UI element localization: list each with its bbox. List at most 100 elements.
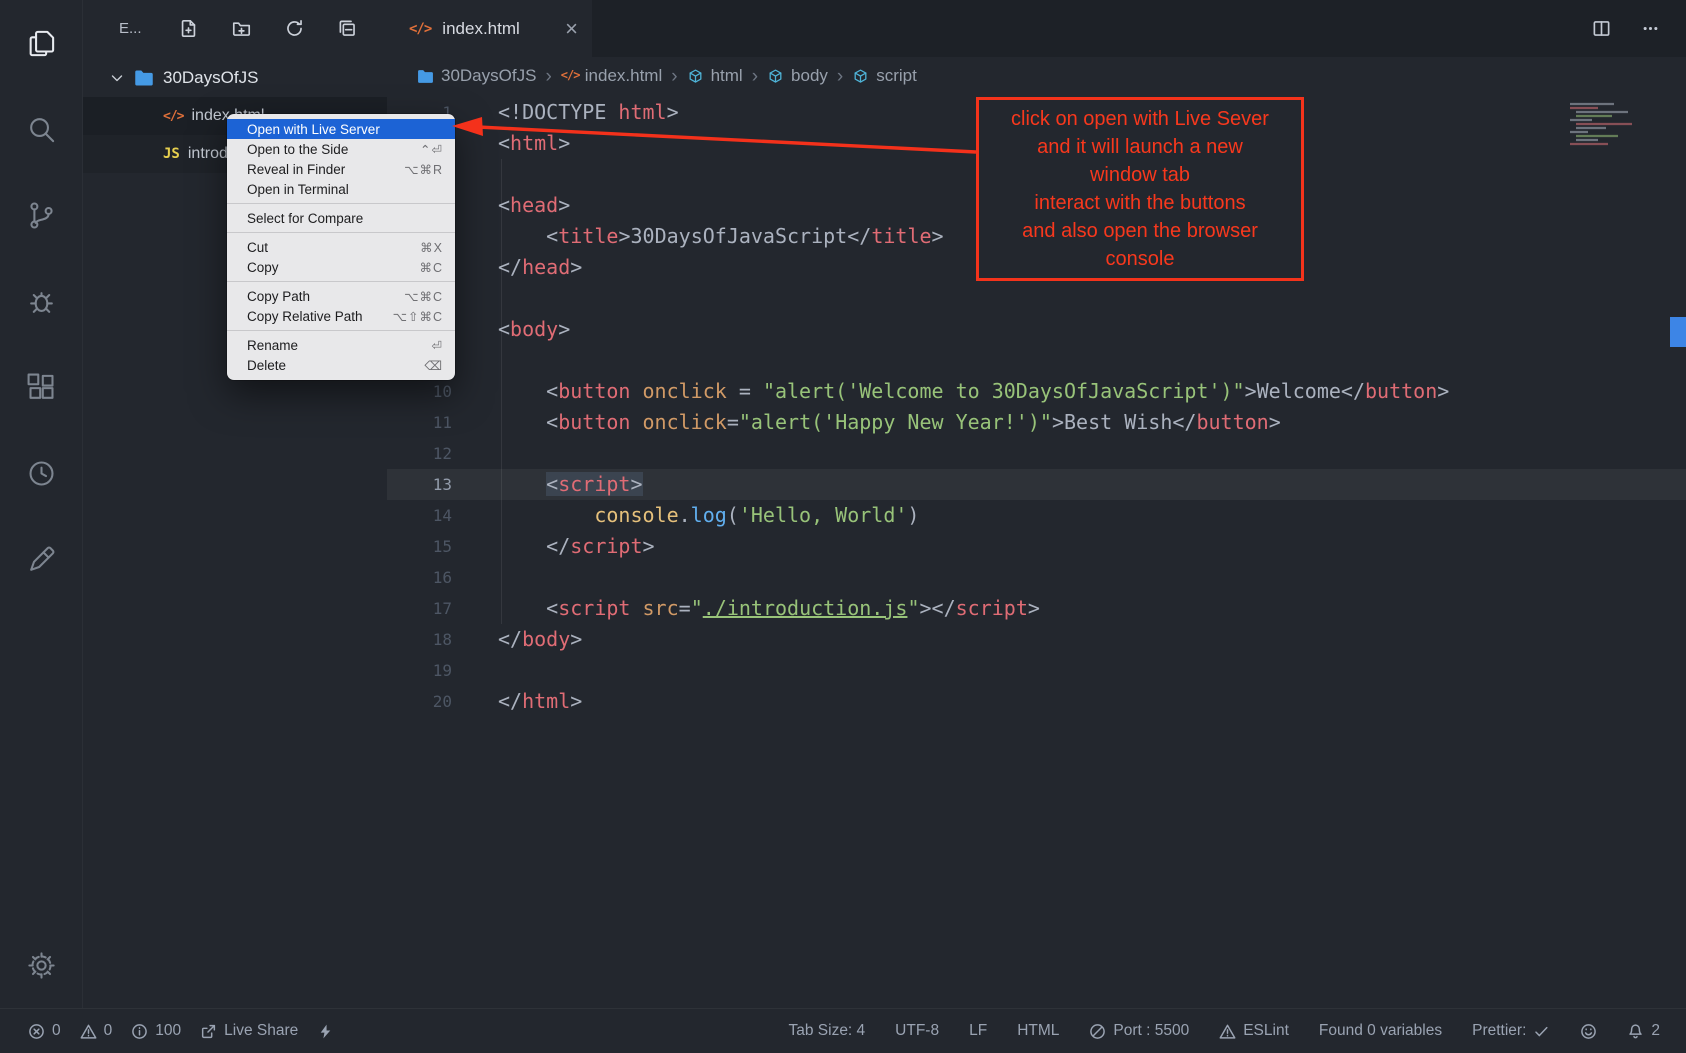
activity-search[interactable]	[0, 86, 83, 172]
code-text	[452, 438, 498, 469]
annotation-line: and also open the browser	[979, 217, 1301, 245]
activity-source-control[interactable]	[0, 172, 83, 258]
explorer-title: E...	[119, 20, 142, 37]
smiley-icon	[1580, 1023, 1597, 1040]
menu-item-open-to-the-side[interactable]: Open to the Side⌃⏎	[227, 139, 455, 159]
more-actions-icon[interactable]	[1641, 19, 1660, 38]
status-tab-size[interactable]: Tab Size: 4	[788, 1022, 865, 1040]
code-text: <!DOCTYPE html>	[452, 97, 679, 128]
status-language-mode[interactable]: HTML	[1017, 1022, 1059, 1040]
code-line-18: 18</body>	[387, 624, 1686, 655]
status-errors[interactable]: 0	[28, 1022, 61, 1040]
activity-settings[interactable]	[0, 922, 83, 1008]
breadcrumb-separator: ›	[545, 67, 551, 86]
tab-label: index.html	[442, 19, 519, 39]
breadcrumb-index-html[interactable]: </>index.html	[561, 66, 662, 86]
code-text: </html>	[452, 686, 582, 717]
tab-index-html[interactable]: </> index.html ×	[387, 0, 592, 57]
warning-icon	[1219, 1023, 1236, 1040]
code-line-12: 12	[387, 438, 1686, 469]
bug-icon	[26, 286, 57, 317]
status-eslint[interactable]: ESLint	[1219, 1022, 1289, 1040]
breadcrumb-body[interactable]: body	[767, 66, 828, 86]
tab-close-icon[interactable]: ×	[565, 18, 578, 40]
status-encoding[interactable]: UTF-8	[895, 1022, 939, 1040]
js-icon: JS	[163, 146, 180, 162]
code-text: <button onclick = "alert('Welcome to 30D…	[452, 376, 1449, 407]
refresh-explorer-icon[interactable]	[285, 19, 304, 38]
status-info[interactable]: 100	[131, 1022, 181, 1040]
status-live-server-port[interactable]: Port : 5500	[1089, 1022, 1189, 1040]
tab-bar: </> index.html ×	[387, 0, 1686, 57]
annotation-line: window tab	[979, 161, 1301, 189]
annotation-line: click on open with Live Sever	[979, 105, 1301, 133]
activity-run-debug[interactable]	[0, 258, 83, 344]
menu-shortcut: ⌃⏎	[420, 142, 443, 157]
activity-timeline[interactable]	[0, 430, 83, 516]
status-live-share[interactable]: Live Share	[200, 1022, 298, 1040]
line-number: 10	[387, 376, 452, 407]
context-menu: Open with Live ServerOpen to the Side⌃⏎R…	[227, 114, 455, 380]
minimap[interactable]	[1568, 101, 1658, 149]
status-eol[interactable]: LF	[969, 1022, 987, 1040]
tree-root-folder[interactable]: 30DaysOfJS	[83, 59, 387, 97]
menu-shortcut: ⌘C	[419, 260, 443, 275]
new-file-icon[interactable]	[179, 19, 198, 38]
line-number: 20	[387, 686, 452, 717]
status-quick-fix[interactable]	[317, 1023, 334, 1040]
indent-guide	[501, 159, 502, 624]
menu-item-copy[interactable]: Copy⌘C	[227, 257, 455, 277]
code-line-7: 7	[387, 283, 1686, 314]
menu-separator	[227, 232, 455, 233]
symbol-icon	[852, 68, 869, 85]
menu-item-copy-relative-path[interactable]: Copy Relative Path⌥⇧⌘C	[227, 306, 455, 326]
activity-feedback[interactable]	[0, 516, 83, 602]
menu-item-open-with-live-server[interactable]: Open with Live Server	[227, 119, 455, 139]
collapse-folders-icon[interactable]	[338, 19, 357, 38]
breadcrumb-script[interactable]: script	[852, 66, 917, 86]
line-number: 12	[387, 438, 452, 469]
symbol-icon	[687, 68, 704, 85]
status-prettier[interactable]: Prettier:	[1472, 1022, 1550, 1040]
annotation-line: interact with the buttons	[979, 189, 1301, 217]
activity-explorer[interactable]	[0, 0, 83, 86]
search-icon	[26, 114, 57, 145]
breadcrumb-30DaysOfJS[interactable]: 30DaysOfJS	[417, 66, 536, 86]
menu-shortcut: ⏎	[432, 338, 443, 353]
code-line-8: 8<body>	[387, 314, 1686, 345]
menu-item-delete[interactable]: Delete⌫	[227, 355, 455, 375]
code-line-13: 13 <script>	[387, 469, 1686, 500]
status-right: Tab Size: 4 UTF-8 LF HTML Port : 5500 ESLint F…	[788, 1022, 1660, 1040]
line-number: 11	[387, 407, 452, 438]
menu-item-select-for-compare[interactable]: Select for Compare	[227, 208, 455, 228]
editor-actions	[1592, 0, 1686, 57]
status-feedback-smiley[interactable]	[1580, 1023, 1597, 1040]
new-folder-icon[interactable]	[232, 19, 251, 38]
menu-item-cut[interactable]: Cut⌘X	[227, 237, 455, 257]
code-text: </head>	[452, 252, 582, 283]
code-text: <script src="./introduction.js"></script…	[452, 593, 1040, 624]
status-warnings[interactable]: 0	[80, 1022, 113, 1040]
bell-icon	[1627, 1023, 1644, 1040]
status-notifications[interactable]: 2	[1627, 1022, 1660, 1040]
bolt-icon	[317, 1023, 334, 1040]
circle-slash-icon	[1089, 1023, 1106, 1040]
activity-extensions[interactable]	[0, 344, 83, 430]
share-icon	[200, 1023, 217, 1040]
menu-item-rename[interactable]: Rename⏎	[227, 335, 455, 355]
scrollbar-marker[interactable]	[1670, 317, 1686, 347]
split-editor-icon[interactable]	[1592, 19, 1611, 38]
status-variables[interactable]: Found 0 variables	[1319, 1022, 1442, 1040]
chevron-down-icon	[109, 70, 125, 86]
line-number: 13	[387, 469, 452, 500]
menu-shortcut: ⌫	[424, 358, 443, 373]
menu-item-open-in-terminal[interactable]: Open in Terminal	[227, 179, 455, 199]
code-text: console.log('Hello, World')	[452, 500, 919, 531]
breadcrumb-html[interactable]: html	[687, 66, 743, 86]
vscode-window: E... 30DaysOfJS</>index.htmlJSintroducti…	[0, 0, 1686, 1053]
menu-item-reveal-in-finder[interactable]: Reveal in Finder⌥⌘R	[227, 159, 455, 179]
code-icon: </>	[561, 68, 578, 85]
menu-item-copy-path[interactable]: Copy Path⌥⌘C	[227, 286, 455, 306]
line-number: 18	[387, 624, 452, 655]
breadcrumb-separator: ›	[837, 67, 843, 86]
